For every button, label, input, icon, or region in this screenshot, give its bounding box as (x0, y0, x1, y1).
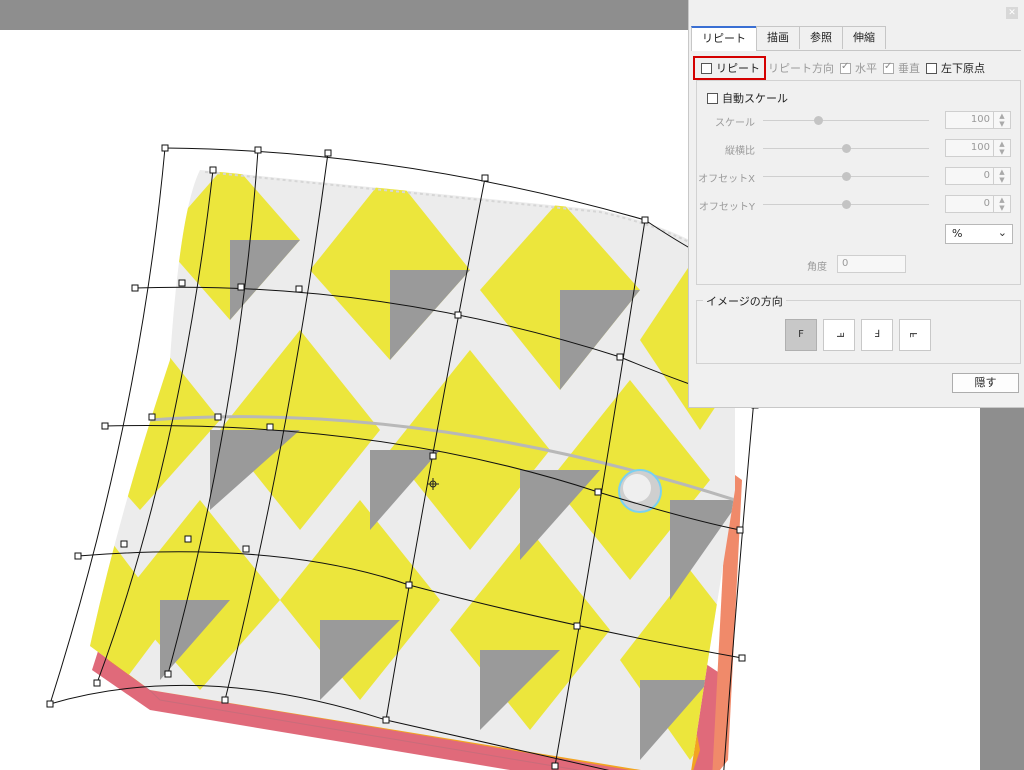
scale-slider-thumb[interactable] (813, 116, 823, 125)
offset-x-slider[interactable] (763, 172, 929, 181)
spin-arrows-icon[interactable]: ▲ ▼ (993, 140, 1010, 156)
bottom-left-origin-checkbox[interactable] (926, 62, 937, 74)
direction-glyph: ꟻ (833, 332, 845, 338)
repeat-settings-panel: ✕ リピート 描画 参照 伸縮 リピート リピート方向 水平 垂直 左下原点 自… (688, 0, 1024, 408)
aspect-row: 縦横比 100 ▲ ▼ (697, 139, 1017, 159)
offset-x-label: オフセットX (698, 174, 755, 185)
tab-draw[interactable]: 描画 (756, 26, 800, 49)
horizontal-checkbox[interactable] (840, 61, 851, 74)
direction-glyph: ꟻ (908, 332, 920, 338)
spin-arrows-icon[interactable]: ▲ ▼ (993, 112, 1010, 128)
scale-group: 自動スケール スケール 100 ▲ ▼ 縦横比 100 ▲ ▼ オフセットX 0 ▲… (696, 80, 1021, 285)
repeat-label: リピート (716, 62, 760, 75)
chevron-down-icon[interactable]: ⌄ (998, 226, 1007, 239)
offset-y-value: 0 (983, 198, 990, 209)
auto-scale-label: 自動スケール (722, 92, 788, 105)
unit-value: % (952, 227, 963, 240)
aspect-slider-thumb[interactable] (842, 144, 851, 153)
offset-y-slider-thumb[interactable] (842, 200, 851, 209)
angle-input[interactable]: 0 (837, 255, 906, 273)
tab-stretch[interactable]: 伸縮 (842, 26, 886, 49)
tab-repeat[interactable]: リピート (691, 26, 757, 51)
offset-y-spinbox[interactable]: 0 ▲ ▼ (945, 195, 1011, 213)
pattern-surface (90, 170, 735, 770)
repeat-toggle[interactable]: リピート (693, 56, 766, 80)
scale-label: スケール (715, 118, 755, 129)
spin-arrows-icon[interactable]: ▲ ▼ (993, 168, 1010, 184)
offset-y-slider[interactable] (763, 200, 929, 209)
repeat-checkbox[interactable] (701, 62, 712, 74)
panel-tabs: リピート 描画 参照 伸縮 (691, 26, 1021, 51)
offset-y-label: オフセットY (698, 202, 755, 213)
direction-rotate-90-button[interactable]: ꟻ (823, 319, 855, 351)
scale-value: 100 (970, 114, 990, 125)
offset-y-row: オフセットY 0 ▲ ▼ (697, 195, 1017, 215)
snap-button (618, 469, 662, 513)
offset-x-spinbox[interactable]: 0 ▲ ▼ (945, 167, 1011, 185)
angle-label: 角度 (807, 262, 827, 273)
tab-reference[interactable]: 参照 (799, 26, 843, 49)
aspect-slider[interactable] (763, 144, 929, 153)
vertical-label: 垂直 (898, 62, 920, 75)
horizontal-label: 水平 (855, 62, 877, 75)
repeat-direction-label: リピート方向 (768, 62, 834, 75)
scale-row: スケール 100 ▲ ▼ (697, 111, 1017, 131)
aspect-label: 縦横比 (725, 146, 755, 157)
spin-arrows-icon[interactable]: ▲ ▼ (993, 196, 1010, 212)
hide-button[interactable]: 隠す (952, 373, 1019, 393)
scale-slider[interactable] (763, 116, 929, 125)
angle-row: 角度 0 (807, 255, 906, 273)
scale-spinbox[interactable]: 100 ▲ ▼ (945, 111, 1011, 129)
direction-rotate-270-button[interactable]: ꟻ (899, 319, 931, 351)
aspect-spinbox[interactable]: 100 ▲ ▼ (945, 139, 1011, 157)
aspect-value: 100 (970, 142, 990, 153)
offset-x-row: オフセットX 0 ▲ ▼ (697, 167, 1017, 187)
image-direction-label: イメージの方向 (703, 293, 786, 309)
vertical-checkbox[interactable] (883, 61, 894, 74)
direction-mirror-button[interactable]: Ⅎ (861, 319, 893, 351)
auto-scale-checkbox[interactable] (707, 92, 718, 104)
direction-glyph: Ⅎ (874, 329, 880, 340)
offset-x-value: 0 (983, 170, 990, 181)
unit-select[interactable]: % ⌄ (945, 224, 1013, 244)
offset-x-slider-thumb[interactable] (842, 172, 851, 181)
image-direction-group: イメージの方向 F ꟻ Ⅎ ꟻ (696, 293, 1021, 364)
close-icon[interactable]: ✕ (1006, 7, 1018, 19)
bottom-left-origin-label: 左下原点 (941, 62, 985, 75)
repeat-options-row: リピート リピート方向 水平 垂直 左下原点 (693, 56, 991, 80)
direction-normal-button[interactable]: F (785, 319, 817, 351)
